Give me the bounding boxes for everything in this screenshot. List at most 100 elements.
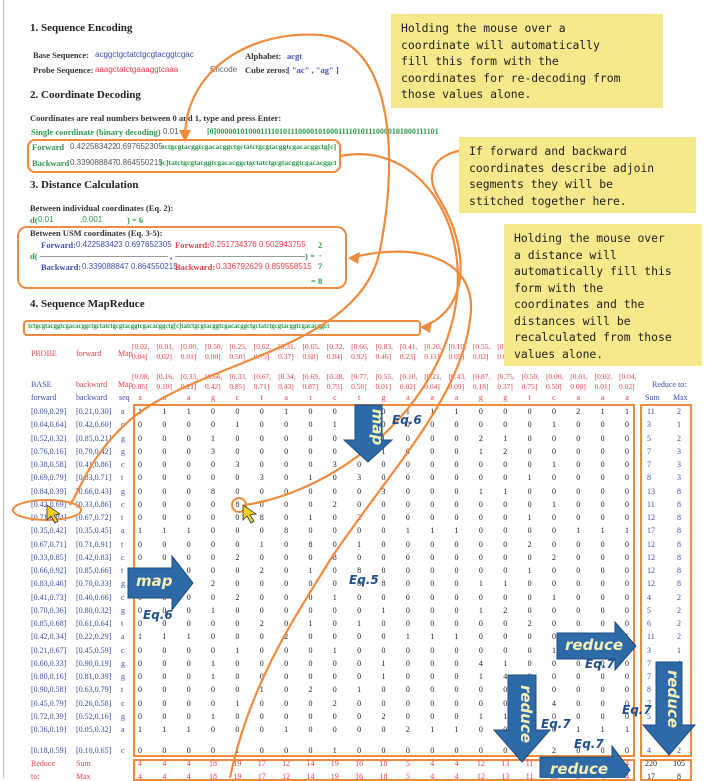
map-value-cell[interactable]: 0 (235, 434, 239, 443)
map-value-cell[interactable]: 1 (308, 619, 312, 628)
map-value-cell[interactable]: 0 (162, 473, 166, 482)
map-value-cell[interactable]: 0 (138, 460, 142, 469)
map-value-cell[interactable]: 0 (308, 487, 312, 496)
map-value-cell[interactable]: 0 (406, 487, 410, 496)
map-value-cell[interactable]: 1 (357, 540, 361, 549)
single-coordinate-input[interactable]: 0.01 (163, 127, 179, 136)
row-backward-coordinate[interactable]: [0.70,0.42] (76, 447, 111, 456)
map-value-cell[interactable]: 0 (333, 540, 337, 549)
map-value-cell[interactable]: 0 (576, 540, 580, 549)
map-value-cell[interactable]: 0 (503, 566, 507, 575)
encode-button[interactable]: Encode (210, 65, 237, 74)
map-value-cell[interactable]: 0 (479, 746, 483, 755)
map-value-cell[interactable]: 1 (625, 632, 629, 641)
map-value-cell[interactable]: 1 (430, 725, 434, 734)
row-forward-coordinate[interactable]: [0.70,0.36] (31, 606, 66, 615)
map-value-cell[interactable]: 0 (528, 487, 532, 496)
map-value-cell[interactable]: 0 (211, 420, 215, 429)
map-value-cell[interactable]: 0 (576, 473, 580, 482)
map-value-cell[interactable]: 2 (552, 553, 556, 562)
row-forward-coordinate[interactable]: [0.71,0.84] (31, 513, 66, 522)
map-value-cell[interactable]: 0 (308, 699, 312, 708)
map-value-cell[interactable]: 0 (260, 460, 264, 469)
map-value-cell[interactable]: 8 (308, 540, 312, 549)
map-value-cell[interactable]: 0 (406, 746, 410, 755)
map-value-cell[interactable]: 1 (528, 566, 532, 575)
probe-sequence-input[interactable]: aaagctatctgaaaggtcaaa (95, 65, 178, 74)
map-value-cell[interactable]: 0 (333, 672, 337, 681)
row-backward-coordinate[interactable]: [0.70,0.33] (76, 579, 111, 588)
map-value-cell[interactable]: 2 (333, 699, 337, 708)
map-value-cell[interactable]: 3 (260, 473, 264, 482)
map-value-cell[interactable]: 0 (455, 473, 459, 482)
map-value-cell[interactable]: 0 (211, 407, 215, 416)
map-value-cell[interactable]: 0 (601, 434, 605, 443)
base-map-cell[interactable]: [0.50, 0.75] (522, 372, 540, 392)
map-value-cell[interactable]: 1 (430, 632, 434, 641)
map-value-cell[interactable]: 0 (552, 606, 556, 615)
map-value-cell[interactable]: 0 (235, 632, 239, 641)
map-value-cell[interactable]: 0 (138, 553, 142, 562)
map-value-cell[interactable]: 0 (528, 746, 532, 755)
map-value-cell[interactable]: 0 (576, 672, 580, 681)
map-value-cell[interactable]: 0 (503, 685, 507, 694)
map-value-cell[interactable]: 0 (406, 579, 410, 588)
row-forward-coordinate[interactable]: [0.41,0.73] (31, 593, 66, 602)
map-value-cell[interactable]: 0 (625, 672, 629, 681)
map-value-cell[interactable]: 0 (430, 420, 434, 429)
map-value-cell[interactable]: 1 (479, 447, 483, 456)
map-value-cell[interactable]: 0 (528, 500, 532, 509)
map-value-cell[interactable]: 0 (357, 526, 361, 535)
row-forward-coordinate[interactable]: [0.45,0.79] (31, 699, 66, 708)
map-value-cell[interactable]: 0 (601, 579, 605, 588)
map-value-cell[interactable]: 0 (601, 685, 605, 694)
map-value-cell[interactable]: 0 (479, 685, 483, 694)
map-value-cell[interactable]: 0 (430, 699, 434, 708)
map-value-cell[interactable]: 0 (211, 685, 215, 694)
map-value-cell[interactable]: 1 (333, 746, 337, 755)
map-value-cell[interactable]: 0 (308, 553, 312, 562)
map-value-cell[interactable]: 0 (625, 540, 629, 549)
map-value-cell[interactable]: 0 (430, 593, 434, 602)
map-value-cell[interactable]: 0 (211, 746, 215, 755)
map-value-cell[interactable]: 0 (455, 513, 459, 522)
map-value-cell[interactable]: 1 (552, 460, 556, 469)
map-value-cell[interactable]: 0 (479, 593, 483, 602)
map-value-cell[interactable]: 1 (235, 420, 239, 429)
map-value-cell[interactable]: 1 (138, 725, 142, 734)
map-value-cell[interactable]: 0 (211, 500, 215, 509)
map-value-cell[interactable]: 0 (308, 632, 312, 641)
map-value-cell[interactable]: 0 (162, 553, 166, 562)
map-value-cell[interactable]: 0 (601, 593, 605, 602)
map-value-cell[interactable]: 0 (455, 553, 459, 562)
map-value-cell[interactable]: 0 (260, 500, 264, 509)
map-value-cell[interactable]: 0 (211, 646, 215, 655)
map-value-cell[interactable]: 0 (552, 434, 556, 443)
row-backward-coordinate[interactable]: [0.52,0.16] (76, 712, 111, 721)
row-backward-coordinate[interactable]: [0.83,0.71] (76, 473, 111, 482)
map-value-cell[interactable]: 0 (187, 513, 191, 522)
map-value-cell[interactable]: 0 (455, 685, 459, 694)
map-value-cell[interactable]: 0 (528, 447, 532, 456)
map-value-cell[interactable]: 4 (552, 699, 556, 708)
map-value-cell[interactable]: 0 (479, 473, 483, 482)
row-backward-coordinate[interactable]: [0.05,0.32] (76, 725, 111, 734)
map-value-cell[interactable]: 0 (260, 420, 264, 429)
map-value-cell[interactable]: 0 (601, 566, 605, 575)
map-value-cell[interactable]: 0 (333, 473, 337, 482)
map-value-cell[interactable]: 0 (308, 460, 312, 469)
map-value-cell[interactable]: 0 (235, 540, 239, 549)
row-forward-coordinate[interactable]: [0.84,0.39] (31, 487, 66, 496)
map-value-cell[interactable]: 2 (406, 725, 410, 734)
map-value-cell[interactable]: 0 (138, 672, 142, 681)
map-value-cell[interactable]: 0 (284, 619, 288, 628)
map-value-cell[interactable]: 0 (455, 593, 459, 602)
map-value-cell[interactable]: 2 (211, 579, 215, 588)
map-value-cell[interactable]: 0 (235, 685, 239, 694)
map-value-cell[interactable]: 0 (284, 606, 288, 615)
base-map-cell[interactable]: [0.10, 0.02] (400, 372, 418, 392)
base-map-cell[interactable]: [0.02, 0.01] (595, 372, 613, 392)
map-value-cell[interactable]: 0 (479, 699, 483, 708)
map-value-cell[interactable]: 0 (235, 619, 239, 628)
row-forward-coordinate[interactable]: [0.33,0.85] (31, 553, 66, 562)
